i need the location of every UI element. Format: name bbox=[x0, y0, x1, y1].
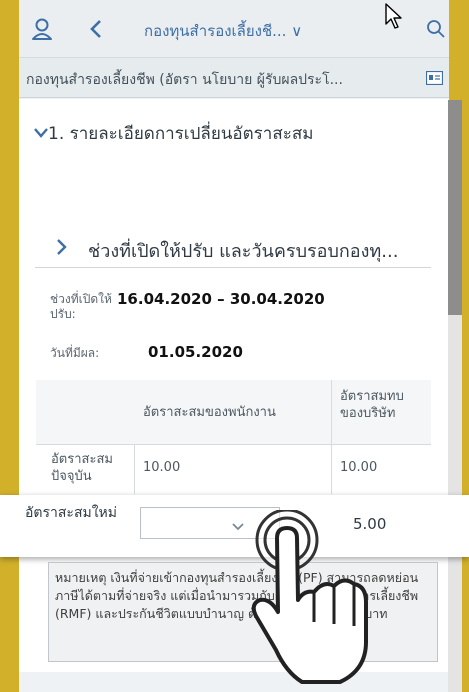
table-column-line bbox=[134, 444, 135, 494]
window-value: 16.04.2020 – 30.04.2020 bbox=[117, 290, 325, 308]
tap-gesture-hand-icon bbox=[232, 508, 392, 692]
header-title[interactable]: กองทุนสำรองเลี้ยงชี... ∨ bbox=[144, 19, 302, 43]
object-header: กองทุนสำรองเลี้ยงชีพ (อัตรา นโยบาย ผู้รั… bbox=[19, 58, 449, 98]
mouse-pointer-icon bbox=[384, 2, 406, 34]
window-label: ช่วงที่เปิดให้ปรับ: bbox=[50, 292, 112, 321]
section-title[interactable]: 1. รายละเอียดการเปลี่ยนอัตราสะสม bbox=[48, 120, 313, 147]
row-current-company: 10.00 bbox=[340, 460, 378, 475]
row-current-employee: 10.00 bbox=[143, 460, 181, 475]
col-company-header: อัตราสมทบของบริษัท bbox=[340, 389, 404, 421]
scrollbar-thumb[interactable] bbox=[448, 100, 462, 315]
subsection-title[interactable]: ช่วงที่เปิดให้ปรับ และวันครบรอบกองทุ... bbox=[88, 236, 398, 265]
table-divider bbox=[36, 444, 431, 445]
object-header-title: กองทุนสำรองเลี้ยงชีพ (อัตรา นโยบาย ผู้รั… bbox=[26, 72, 343, 88]
row-current-label: อัตราสะสมปัจจุบัน bbox=[51, 452, 113, 484]
expand-chevron-down-icon[interactable] bbox=[33, 124, 49, 143]
back-chevron-icon[interactable] bbox=[89, 19, 103, 43]
search-icon[interactable] bbox=[426, 19, 446, 43]
row-new-label: อัตราสะสมใหม่ bbox=[25, 505, 118, 521]
id-card-icon[interactable] bbox=[425, 70, 444, 89]
effective-date-value: 01.05.2020 bbox=[148, 343, 243, 361]
divider bbox=[35, 267, 431, 268]
effective-date-label: วันที่มีผล: bbox=[50, 346, 100, 360]
expand-chevron-right-icon[interactable] bbox=[56, 238, 68, 260]
table-column-line bbox=[331, 380, 332, 494]
person-icon[interactable] bbox=[31, 17, 53, 45]
col-employee-header: อัตราสะสมของพนักงาน bbox=[143, 405, 276, 420]
